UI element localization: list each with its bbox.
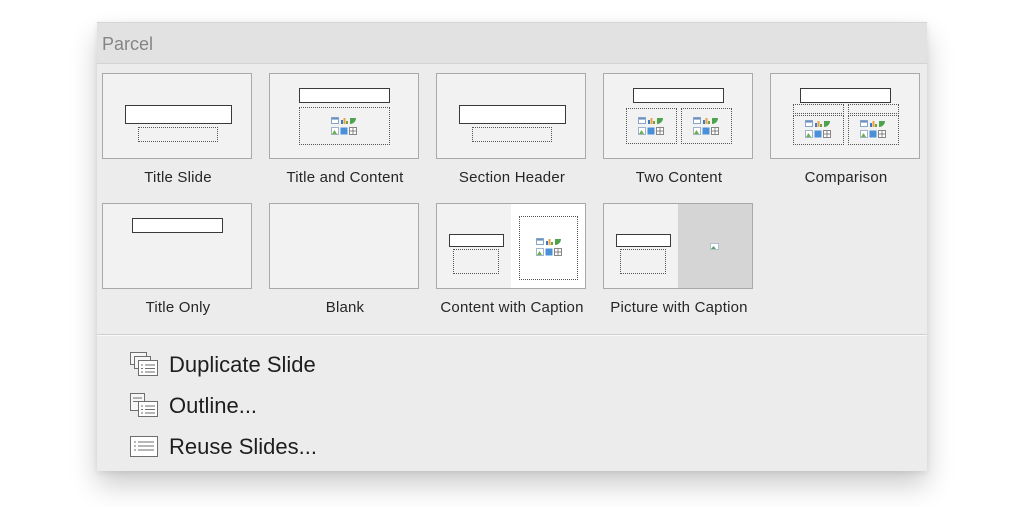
outline-icon: [130, 393, 158, 417]
reuse-slides-label: Reuse Slides...: [169, 434, 317, 459]
layout-label: Title Only: [145, 299, 211, 316]
content-placeholder-icon: [331, 117, 357, 135]
layout-label: Section Header: [458, 169, 566, 186]
menu-divider: [97, 334, 927, 336]
outline-label: Outline...: [169, 393, 258, 418]
layout-label: Content with Caption: [440, 299, 584, 316]
duplicate-slide-menu-item[interactable]: Duplicate Slide: [129, 349, 529, 379]
outline-menu-item[interactable]: Outline...: [129, 390, 529, 420]
layout-thumbnail[interactable]: [102, 203, 252, 289]
duplicate-slide-icon: [130, 352, 158, 376]
layout-label: Blank: [325, 299, 365, 316]
panel-title: Parcel: [102, 34, 154, 54]
layout-thumbnail[interactable]: [603, 73, 753, 159]
layout-thumbnail[interactable]: [269, 203, 419, 289]
layout-label: Comparison: [804, 169, 888, 186]
picture-placeholder-icon: [710, 243, 719, 250]
layout-label: Two Content: [635, 169, 723, 186]
layout-thumbnail[interactable]: [269, 73, 419, 159]
content-placeholder-icon: [638, 117, 664, 135]
layout-thumbnail[interactable]: [102, 73, 252, 159]
layout-thumbnail[interactable]: [436, 203, 586, 289]
layout-thumbnail[interactable]: [770, 73, 920, 159]
panel-header: Parcel: [97, 23, 927, 64]
layout-label: Title and Content: [286, 169, 404, 186]
layout-label: Title Slide: [144, 169, 212, 186]
reuse-slides-menu-item[interactable]: Reuse Slides...: [129, 431, 529, 461]
content-placeholder-icon: [860, 120, 886, 138]
duplicate-slide-label: Duplicate Slide: [169, 352, 316, 377]
new-slide-panel: Parcel Title Slide Title and Content Sec…: [97, 22, 927, 471]
content-placeholder-icon: [693, 117, 719, 135]
reuse-slides-icon: [130, 436, 158, 457]
content-placeholder-icon: [536, 238, 562, 256]
layout-thumbnail[interactable]: [603, 203, 753, 289]
layout-thumbnail[interactable]: [436, 73, 586, 159]
content-placeholder-icon: [805, 120, 831, 138]
layout-label: Picture with Caption: [610, 299, 748, 316]
